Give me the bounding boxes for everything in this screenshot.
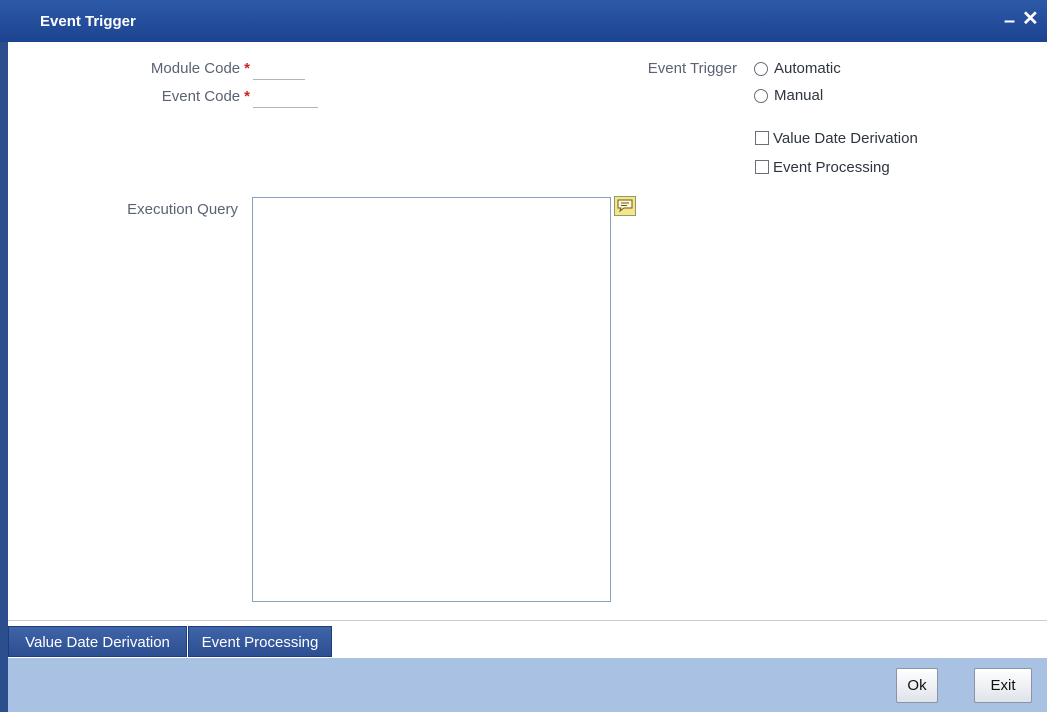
title-bar: Event Trigger – ✕ xyxy=(0,0,1047,42)
event-code-label: Event Code * xyxy=(120,88,250,105)
required-marker: * xyxy=(244,60,250,77)
event-code-input[interactable] xyxy=(253,89,318,108)
module-code-input[interactable] xyxy=(253,61,305,80)
event-code-label-text: Event Code xyxy=(161,88,241,105)
close-icon[interactable]: ✕ xyxy=(1022,8,1039,30)
required-marker: * xyxy=(244,88,250,105)
module-code-label: Module Code * xyxy=(120,60,250,77)
tab-value-date-derivation[interactable]: Value Date Derivation xyxy=(8,626,187,657)
event-processing-checkbox-label[interactable]: Event Processing xyxy=(773,159,890,176)
manual-radio-label[interactable]: Manual xyxy=(774,87,823,104)
speech-bubble-icon-graphic xyxy=(617,199,633,213)
event-processing-checkbox[interactable] xyxy=(755,160,769,174)
value-date-derivation-checkbox-label[interactable]: Value Date Derivation xyxy=(773,130,918,147)
module-code-label-text: Module Code xyxy=(150,60,241,77)
event-trigger-label: Event Trigger xyxy=(647,60,737,77)
manual-radio[interactable] xyxy=(754,89,768,103)
footer-bar xyxy=(8,658,1047,712)
execution-query-textarea[interactable] xyxy=(252,197,611,602)
speech-bubble-icon[interactable] xyxy=(614,196,636,216)
window-title: Event Trigger xyxy=(40,13,136,30)
section-divider xyxy=(8,620,1047,621)
tab-event-processing[interactable]: Event Processing xyxy=(188,626,332,657)
automatic-radio-label[interactable]: Automatic xyxy=(774,60,841,77)
exit-button[interactable]: Exit xyxy=(974,668,1032,703)
execution-query-label: Execution Query xyxy=(127,201,238,218)
automatic-radio[interactable] xyxy=(754,62,768,76)
minimize-icon[interactable]: – xyxy=(1004,10,1015,32)
value-date-derivation-checkbox[interactable] xyxy=(755,131,769,145)
ok-button[interactable]: Ok xyxy=(896,668,938,703)
